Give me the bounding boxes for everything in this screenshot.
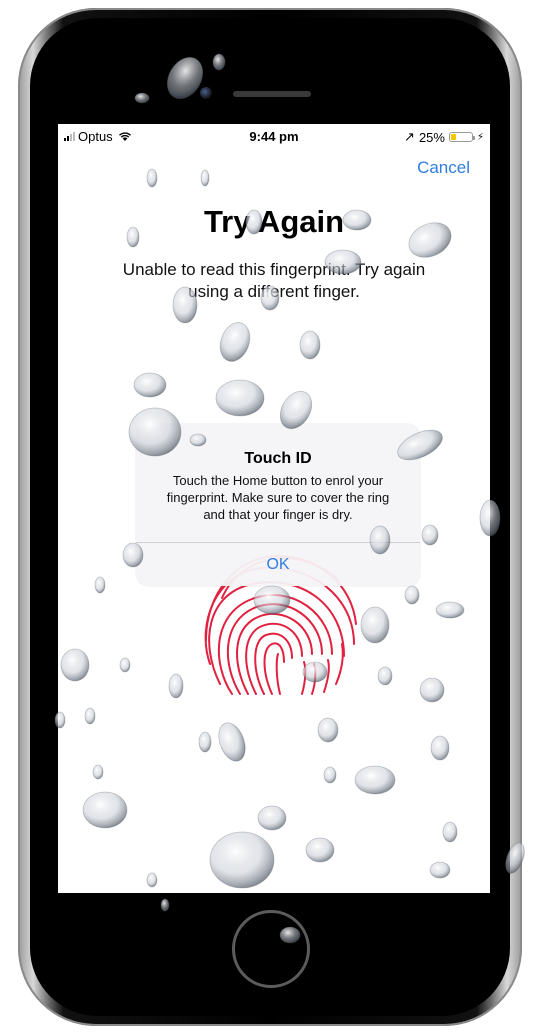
earpiece-speaker: [233, 91, 311, 97]
status-bar: Optus 9:44 pm ↗ 25% ⚡: [58, 124, 490, 148]
screen: Optus 9:44 pm ↗ 25% ⚡ Cancel Try Again U…: [58, 124, 490, 893]
battery-fill: [450, 134, 456, 140]
subtitle-line: using a different finger.: [188, 282, 360, 301]
alert-message: Touch the Home button to enrol your fing…: [150, 472, 406, 523]
alert-message-line: Touch the Home button to enrol your: [172, 473, 384, 488]
subtitle-line: Unable to read this fingerprint. Try aga…: [122, 260, 426, 279]
page-title: Try Again: [203, 204, 345, 239]
ok-button[interactable]: OK: [136, 543, 420, 586]
touch-id-alert: Touch ID Touch the Home button to enrol …: [136, 424, 420, 586]
battery-percent: 25%: [418, 129, 445, 145]
battery-nub: [472, 136, 475, 140]
charging-icon: ⚡: [476, 131, 484, 143]
battery-icon: [448, 132, 475, 142]
alert-message-line: fingerprint. Make sure to cover the ring: [166, 490, 390, 505]
page-subtitle: Unable to read this fingerprint. Try aga…: [88, 259, 460, 303]
alert-title: Touch ID: [244, 450, 312, 467]
cancel-button[interactable]: Cancel: [417, 158, 470, 178]
status-right: ↗ 25% ⚡: [404, 129, 484, 145]
front-camera: [200, 87, 212, 99]
location-icon: ↗: [404, 129, 415, 144]
alert-message-line: and that your finger is dry.: [203, 507, 353, 522]
home-button[interactable]: [232, 910, 310, 988]
